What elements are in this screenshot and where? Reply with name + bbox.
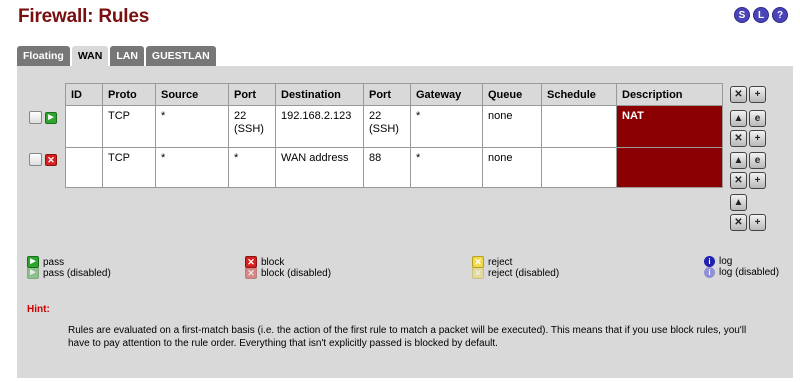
table-row[interactable]: TCP * 22 (SSH) 192.168.2.123 22 (SSH) * … xyxy=(65,105,723,148)
cell-queue: none xyxy=(482,105,542,148)
add-rule-based-on-button[interactable]: + xyxy=(749,172,766,189)
footer-actions: ▲ ✕ + xyxy=(730,194,766,231)
move-up-button[interactable]: ▲ xyxy=(730,110,747,127)
header-gateway: Gateway xyxy=(410,83,483,106)
cell-destination: 192.168.2.123 xyxy=(275,105,364,148)
pass-status-icon[interactable] xyxy=(45,111,57,124)
rule-row-1-controls xyxy=(29,111,57,124)
header-description: Description xyxy=(616,83,723,106)
cell-id xyxy=(65,105,103,148)
tab-lan[interactable]: LAN xyxy=(110,46,144,66)
tab-guestlan[interactable]: GUESTLAN xyxy=(145,46,216,66)
header-queue: Queue xyxy=(482,83,542,106)
header-id: ID xyxy=(65,83,103,106)
header-actions: ✕ + xyxy=(730,86,766,103)
cell-dest-port: 88 xyxy=(363,147,411,188)
cell-description xyxy=(616,147,723,188)
cell-source: * xyxy=(155,147,229,188)
legend-log-disabled: i log (disabled) xyxy=(704,267,779,278)
header-proto: Proto xyxy=(102,83,156,106)
cell-description: NAT xyxy=(616,105,723,148)
top-icons: S L ? xyxy=(734,7,788,23)
rule-select-checkbox[interactable] xyxy=(29,153,42,166)
delete-selected-button[interactable]: ✕ xyxy=(730,214,747,231)
edit-rule-button[interactable]: e xyxy=(749,152,766,169)
move-up-button[interactable]: ▲ xyxy=(730,152,747,169)
cell-proto: TCP xyxy=(102,105,156,148)
tab-wan[interactable]: WAN xyxy=(71,46,109,66)
cell-schedule xyxy=(541,147,617,188)
add-rule-based-on-button[interactable]: + xyxy=(749,130,766,147)
rules-table: ID Proto Source Port Destination Port Ga… xyxy=(65,83,723,188)
table-row[interactable]: TCP * * WAN address 88 * none xyxy=(65,147,723,188)
delete-selected-button[interactable]: ✕ xyxy=(730,86,747,103)
cell-gateway: * xyxy=(410,147,483,188)
reject-disabled-icon xyxy=(472,267,484,279)
delete-rule-button[interactable]: ✕ xyxy=(730,130,747,147)
legend-reject-disabled: reject (disabled) xyxy=(472,267,559,279)
legend-block-disabled: block (disabled) xyxy=(245,267,331,279)
move-to-end-button[interactable]: ▲ xyxy=(730,194,747,211)
log-disabled-icon: i xyxy=(704,267,715,278)
rule-row-1-actions: ▲ e ✕ + xyxy=(730,110,766,147)
edit-rule-button[interactable]: e xyxy=(749,110,766,127)
cell-schedule xyxy=(541,105,617,148)
header-source: Source xyxy=(155,83,229,106)
cell-port: 22 (SSH) xyxy=(228,105,276,148)
cell-gateway: * xyxy=(410,105,483,148)
header-schedule: Schedule xyxy=(541,83,617,106)
log-icon: i xyxy=(704,256,715,267)
log-shortcut-icon[interactable]: L xyxy=(753,7,769,23)
cell-proto: TCP xyxy=(102,147,156,188)
legend-log: i log xyxy=(704,256,732,267)
header-destination: Destination xyxy=(275,83,364,106)
cell-source: * xyxy=(155,105,229,148)
cell-destination: WAN address xyxy=(275,147,364,188)
rule-select-checkbox[interactable] xyxy=(29,111,42,124)
pass-disabled-icon xyxy=(27,267,39,279)
header-dest-port: Port xyxy=(363,83,411,106)
block-disabled-icon xyxy=(245,267,257,279)
rules-panel: ID Proto Source Port Destination Port Ga… xyxy=(17,66,793,378)
rule-row-2-actions: ▲ e ✕ + xyxy=(730,152,766,189)
rule-row-2-controls xyxy=(29,153,57,166)
interface-tabs: Floating WAN LAN GUESTLAN xyxy=(17,46,216,66)
legend-pass-disabled: pass (disabled) xyxy=(27,267,111,279)
cell-id xyxy=(65,147,103,188)
tab-floating[interactable]: Floating xyxy=(17,46,70,66)
cell-queue: none xyxy=(482,147,542,188)
hint-text: Rules are evaluated on a first-match bas… xyxy=(68,325,747,349)
block-status-icon[interactable] xyxy=(45,153,57,166)
add-rule-button[interactable]: + xyxy=(749,214,766,231)
page-title: Firewall: Rules xyxy=(18,6,150,27)
add-rule-button[interactable]: + xyxy=(749,86,766,103)
header-port: Port xyxy=(228,83,276,106)
status-shortcut-icon[interactable]: S xyxy=(734,7,750,23)
table-header-row: ID Proto Source Port Destination Port Ga… xyxy=(65,83,723,106)
help-icon[interactable]: ? xyxy=(772,7,788,23)
hint-label: Hint: xyxy=(27,304,50,315)
cell-port: * xyxy=(228,147,276,188)
delete-rule-button[interactable]: ✕ xyxy=(730,172,747,189)
cell-dest-port: 22 (SSH) xyxy=(363,105,411,148)
